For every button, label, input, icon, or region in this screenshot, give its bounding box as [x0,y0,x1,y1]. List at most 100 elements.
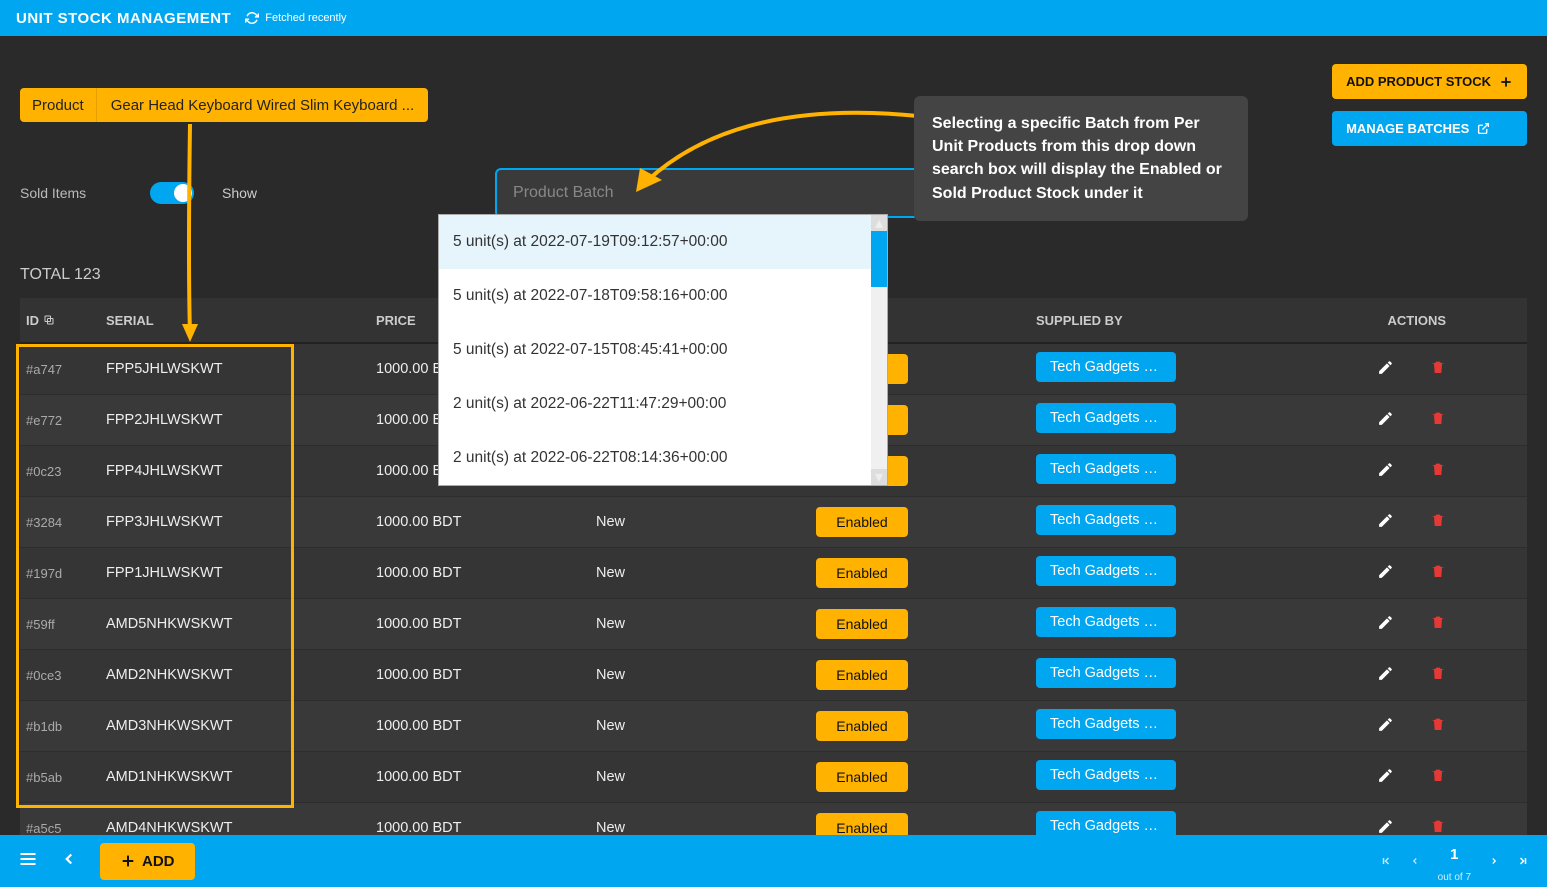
cell-serial: FPP1JHLWSKWT [106,565,376,581]
table-row[interactable]: #b5abAMD1NHKWSKWT1000.00 BDTNewEnabledTe… [20,752,1527,803]
cell-status: Enabled [816,558,1036,588]
cell-id: #0c23 [26,464,106,479]
pencil-icon [1377,563,1394,580]
supplier-button[interactable]: Tech Gadgets Su... [1036,760,1176,790]
back-button[interactable] [60,850,78,873]
cell-price: 1000.00 BDT [376,820,596,836]
edit-button[interactable] [1377,461,1394,482]
table-row[interactable]: #0ce3AMD2NHKWSKWT1000.00 BDTNewEnabledTe… [20,650,1527,701]
col-id[interactable]: ID [26,313,106,328]
table-row[interactable]: #b1dbAMD3NHKWSKWT1000.00 BDTNewEnabledTe… [20,701,1527,752]
status-badge[interactable]: Enabled [816,762,908,792]
status-badge[interactable]: Enabled [816,507,908,537]
page-next-icon[interactable] [1489,856,1499,866]
cell-serial: AMD2NHKWSKWT [106,667,376,683]
page-last-icon[interactable] [1517,855,1529,867]
product-batch-select[interactable]: Product Batch [495,168,945,218]
edit-button[interactable] [1377,512,1394,533]
pager: 1 out of 7 [1380,847,1529,875]
cell-id: #a747 [26,362,106,377]
edit-button[interactable] [1377,359,1394,380]
delete-button[interactable] [1430,512,1446,533]
help-tooltip: Selecting a specific Batch from Per Unit… [914,96,1248,221]
delete-button[interactable] [1430,767,1446,788]
table-row[interactable]: #3284FPP3JHLWSKWT1000.00 BDTNewEnabledTe… [20,497,1527,548]
menu-button[interactable] [18,849,38,874]
plus-icon [1499,75,1513,89]
trash-icon [1430,359,1446,375]
external-link-icon [1477,122,1490,135]
edit-button[interactable] [1377,716,1394,737]
trash-icon [1430,614,1446,630]
delete-button[interactable] [1430,614,1446,635]
delete-button[interactable] [1430,461,1446,482]
delete-button[interactable] [1430,410,1446,431]
delete-button[interactable] [1430,359,1446,380]
scroll-down-icon[interactable]: ▾ [871,469,887,485]
table-row[interactable]: #59ffAMD5NHKWSKWT1000.00 BDTNewEnabledTe… [20,599,1527,650]
cell-condition: New [596,616,816,632]
pencil-icon [1377,614,1394,631]
supplier-button[interactable]: Tech Gadgets Su... [1036,607,1176,637]
content-area: Product Gear Head Keyboard Wired Slim Ke… [0,36,1547,854]
col-serial[interactable]: SERIAL [106,313,376,328]
trash-icon [1430,512,1446,528]
status-badge[interactable]: Enabled [816,660,908,690]
table-row[interactable]: #197dFPP1JHLWSKWT1000.00 BDTNewEnabledTe… [20,548,1527,599]
cell-condition: New [596,718,816,734]
add-product-stock-button[interactable]: ADD PRODUCT STOCK [1332,64,1527,99]
cell-actions [1236,461,1486,482]
product-pill[interactable]: Product Gear Head Keyboard Wired Slim Ke… [20,88,428,122]
delete-button[interactable] [1430,665,1446,686]
sold-items-toggle[interactable] [150,182,194,204]
batch-option[interactable]: 2 unit(s) at 2022-06-22T11:47:29+00:00 [439,377,887,431]
supplier-button[interactable]: Tech Gadgets Su... [1036,556,1176,586]
supplier-button[interactable]: Tech Gadgets Su... [1036,352,1176,382]
edit-button[interactable] [1377,767,1394,788]
col-supplied[interactable]: SUPPLIED BY [1036,313,1236,328]
batch-option[interactable]: 5 unit(s) at 2022-07-18T09:58:16+00:00 [439,269,887,323]
edit-button[interactable] [1377,410,1394,431]
page-title: UNIT STOCK MANAGEMENT [16,10,231,27]
cell-actions [1236,410,1486,431]
delete-button[interactable] [1430,716,1446,737]
trash-icon [1430,563,1446,579]
pencil-icon [1377,818,1394,835]
delete-button[interactable] [1430,563,1446,584]
row-product: Product Gear Head Keyboard Wired Slim Ke… [20,64,1527,146]
status-badge[interactable]: Enabled [816,711,908,741]
supplier-button[interactable]: Tech Gadgets Su... [1036,454,1176,484]
page-prev-icon[interactable] [1410,856,1420,866]
batch-option[interactable]: 5 unit(s) at 2022-07-19T09:12:57+00:00 [439,215,887,269]
cell-supplied: Tech Gadgets Su... [1036,556,1236,590]
cell-supplied: Tech Gadgets Su... [1036,760,1236,794]
manage-batches-label: MANAGE BATCHES [1346,121,1469,136]
add-button[interactable]: ADD [100,843,195,880]
cell-condition: New [596,820,816,836]
scroll-thumb[interactable] [871,231,887,287]
supplier-button[interactable]: Tech Gadgets Su... [1036,709,1176,739]
batch-option[interactable]: 5 unit(s) at 2022-07-15T08:45:41+00:00 [439,323,887,377]
supplier-button[interactable]: Tech Gadgets Su... [1036,403,1176,433]
cell-serial: FPP4JHLWSKWT [106,463,376,479]
cell-condition: New [596,769,816,785]
status-badge[interactable]: Enabled [816,558,908,588]
edit-button[interactable] [1377,563,1394,584]
status-badge[interactable]: Enabled [816,609,908,639]
cell-status: Enabled [816,507,1036,537]
scroll-up-icon[interactable]: ▴ [871,215,887,231]
page-first-icon[interactable] [1380,855,1392,867]
trash-icon [1430,410,1446,426]
cell-actions [1236,359,1486,380]
edit-button[interactable] [1377,665,1394,686]
supplier-button[interactable]: Tech Gadgets Su... [1036,658,1176,688]
supplier-button[interactable]: Tech Gadgets Su... [1036,505,1176,535]
cell-id: #e772 [26,413,106,428]
dropdown-scrollbar[interactable]: ▴ ▾ [871,215,887,485]
batch-option[interactable]: 2 unit(s) at 2022-06-22T08:14:36+00:00 [439,431,887,485]
manage-batches-button[interactable]: MANAGE BATCHES [1332,111,1527,146]
product-batch-placeholder: Product Batch [513,184,614,202]
cell-serial: FPP2JHLWSKWT [106,412,376,428]
refresh-status[interactable]: Fetched recently [245,11,346,25]
edit-button[interactable] [1377,614,1394,635]
